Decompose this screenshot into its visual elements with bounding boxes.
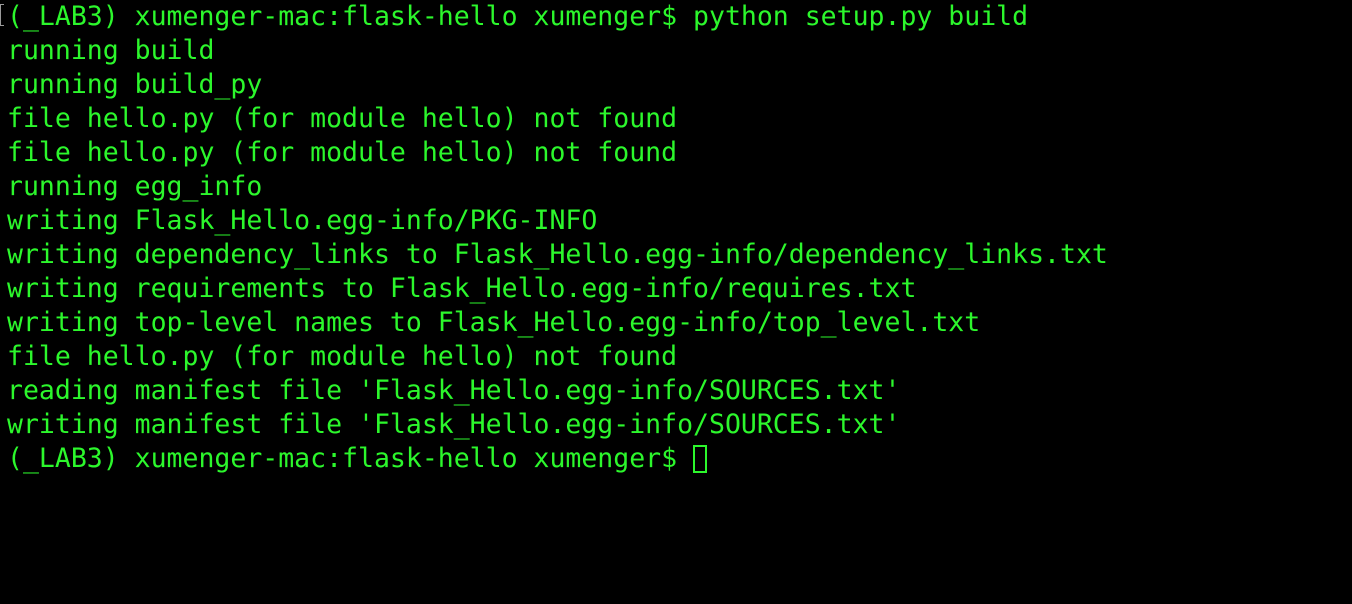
output-line: writing dependency_links to Flask_Hello.… [7,239,1108,270]
output-line: running egg_info [7,171,263,202]
selection-edge-marker [0,4,4,26]
output-line: running build_py [7,69,263,100]
output-line: reading manifest file 'Flask_Hello.egg-i… [7,375,901,406]
output-line: writing requirements to Flask_Hello.egg-… [7,273,917,304]
prompt-line[interactable]: (_LAB3) xumenger-mac:flask-hello xumenge… [7,442,1352,476]
terminal-window[interactable]: (_LAB3) xumenger-mac:flask-hello xumenge… [0,0,1352,604]
output-line: file hello.py (for module hello) not fou… [7,137,678,168]
output-line: file hello.py (for module hello) not fou… [7,341,678,372]
output-line: writing manifest file 'Flask_Hello.egg-i… [7,409,901,440]
output-line: running build [7,35,215,66]
output-line: file hello.py (for module hello) not fou… [7,103,678,134]
output-line: writing top-level names to Flask_Hello.e… [7,307,981,338]
output-line: writing Flask_Hello.egg-info/PKG-INFO [7,205,598,236]
shell-prompt: (_LAB3) xumenger-mac:flask-hello xumenge… [7,443,694,474]
text-cursor[interactable] [693,445,708,473]
output-line-command: (_LAB3) xumenger-mac:flask-hello xumenge… [7,1,1029,32]
